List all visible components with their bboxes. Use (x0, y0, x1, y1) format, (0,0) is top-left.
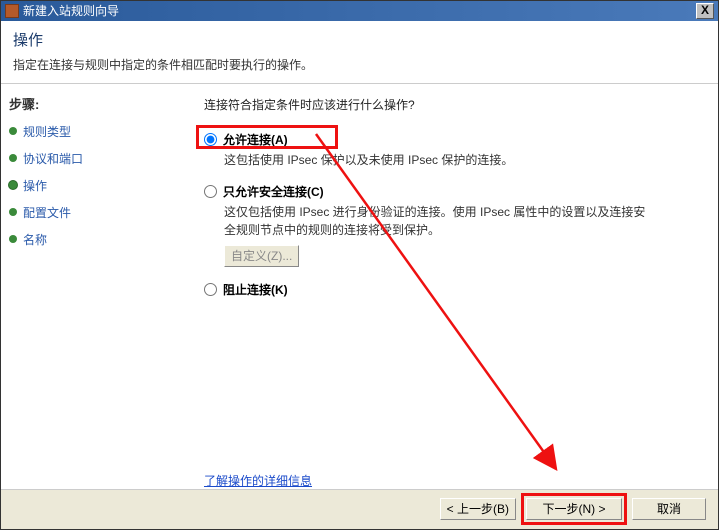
wizard-window: 新建入站规则向导 X 操作 指定在连接与规则中指定的条件相匹配时要执行的操作。 … (0, 0, 719, 530)
radio-allow-row[interactable]: 允许连接(A) (204, 131, 700, 148)
step-rule-type[interactable]: 规则类型 (9, 123, 178, 140)
step-label: 操作 (23, 177, 47, 194)
step-protocol-port[interactable]: 协议和端口 (9, 150, 178, 167)
step-label: 规则类型 (23, 123, 71, 140)
window-title: 新建入站规则向导 (23, 2, 696, 19)
radio-secure-label: 只允许安全连接(C) (223, 183, 324, 200)
radio-allow[interactable] (204, 133, 217, 146)
bullet-icon (9, 127, 17, 135)
bullet-icon (9, 154, 17, 162)
step-profile[interactable]: 配置文件 (9, 204, 178, 221)
radio-block-label: 阻止连接(K) (223, 281, 288, 298)
step-name[interactable]: 名称 (9, 231, 178, 248)
bullet-icon (9, 235, 17, 243)
body: 步骤: 规则类型 协议和端口 操作 配置文件 名称 连接 (1, 84, 718, 489)
radio-secure-row[interactable]: 只允许安全连接(C) (204, 183, 700, 200)
customize-button: 自定义(Z)... (224, 245, 299, 267)
step-label: 协议和端口 (23, 150, 83, 167)
step-action[interactable]: 操作 (9, 177, 178, 194)
learn-more-link[interactable]: 了解操作的详细信息 (204, 472, 312, 489)
radio-allow-label: 允许连接(A) (223, 131, 288, 148)
next-button[interactable]: 下一步(N) > (526, 498, 622, 520)
bullet-icon (9, 208, 17, 216)
header: 操作 指定在连接与规则中指定的条件相匹配时要执行的操作。 (1, 21, 718, 84)
radio-allow-desc: 这包括使用 IPsec 保护以及未使用 IPsec 保护的连接。 (224, 151, 654, 169)
option-allow: 允许连接(A) 这包括使用 IPsec 保护以及未使用 IPsec 保护的连接。 (204, 131, 700, 169)
radio-block-row[interactable]: 阻止连接(K) (204, 281, 700, 298)
cancel-button[interactable]: 取消 (632, 498, 706, 520)
close-button[interactable]: X (696, 3, 714, 19)
sidebar: 步骤: 规则类型 协议和端口 操作 配置文件 名称 (1, 84, 186, 489)
page-description: 指定在连接与规则中指定的条件相匹配时要执行的操作。 (13, 56, 706, 73)
content-question: 连接符合指定条件时应该进行什么操作? (204, 96, 700, 113)
step-label: 名称 (23, 231, 47, 248)
option-secure: 只允许安全连接(C) 这仅包括使用 IPsec 进行身份验证的连接。使用 IPs… (204, 183, 700, 267)
back-button[interactable]: < 上一步(B) (440, 498, 516, 520)
content-pane: 连接符合指定条件时应该进行什么操作? 允许连接(A) 这包括使用 IPsec 保… (186, 84, 718, 489)
radio-secure-desc: 这仅包括使用 IPsec 进行身份验证的连接。使用 IPsec 属性中的设置以及… (224, 203, 654, 239)
option-block: 阻止连接(K) (204, 281, 700, 298)
step-label: 配置文件 (23, 204, 71, 221)
radio-secure[interactable] (204, 185, 217, 198)
titlebar: 新建入站规则向导 X (1, 1, 718, 21)
app-icon (5, 4, 19, 18)
sidebar-title: 步骤: (9, 94, 178, 113)
radio-block[interactable] (204, 283, 217, 296)
bullet-icon (9, 181, 17, 189)
footer: < 上一步(B) 下一步(N) > 取消 (1, 489, 718, 529)
page-title: 操作 (13, 29, 706, 50)
